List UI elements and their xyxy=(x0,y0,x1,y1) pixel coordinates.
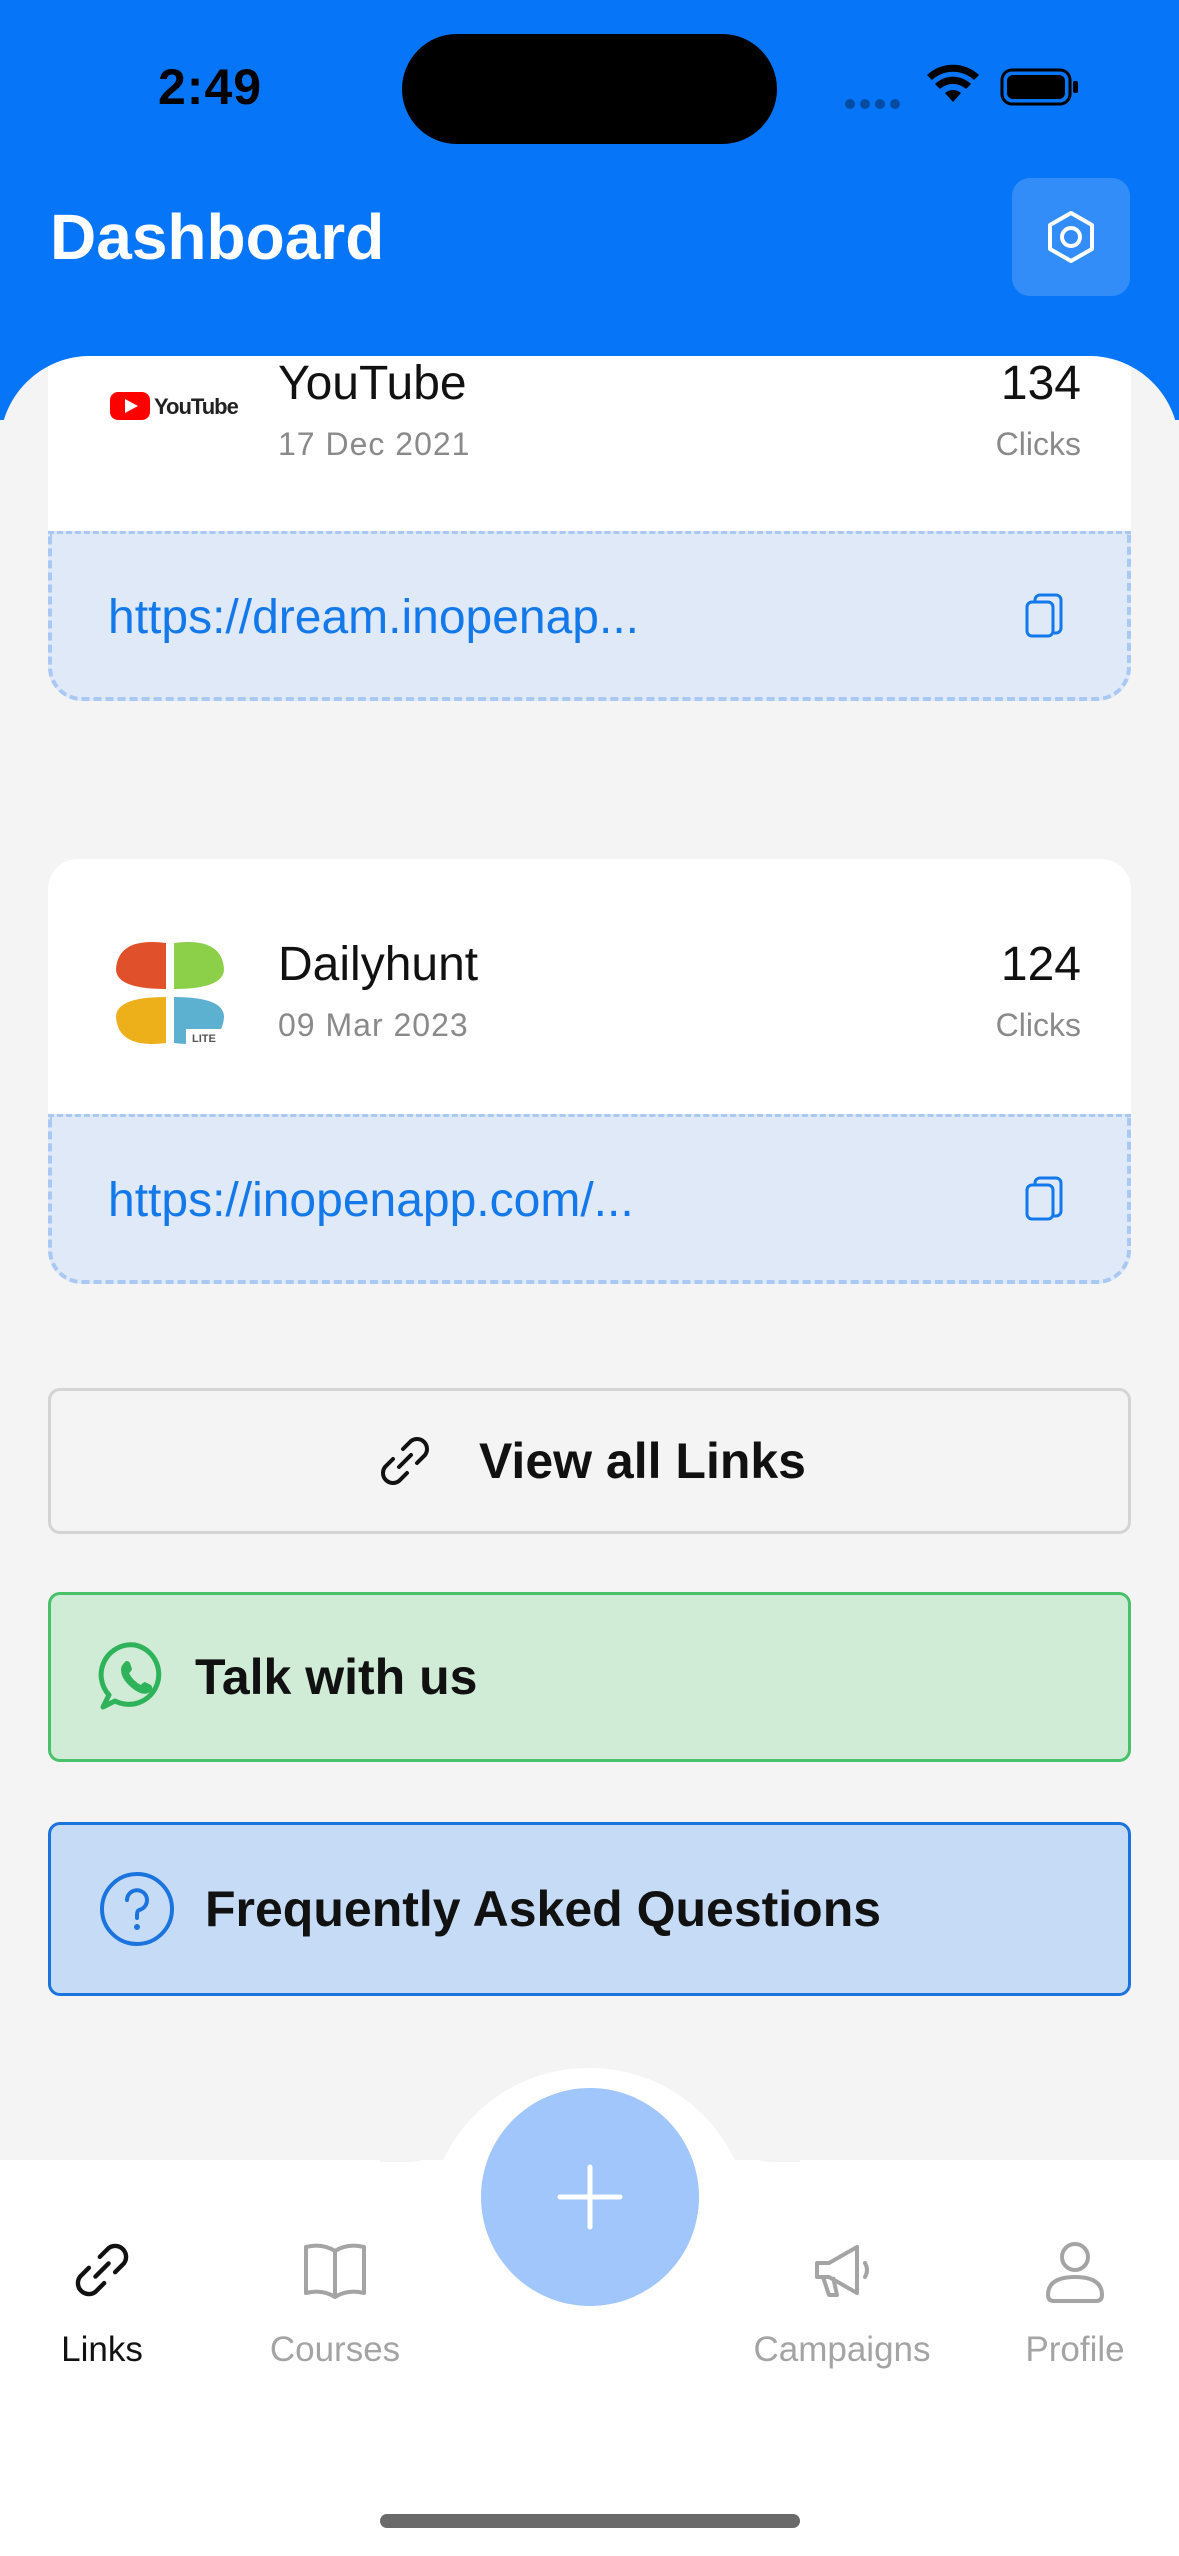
question-circle-icon xyxy=(100,1872,174,1946)
svg-text:LITE: LITE xyxy=(192,1033,216,1045)
tab-label: Links xyxy=(61,2330,143,2369)
youtube-logo: YouTube xyxy=(110,392,238,420)
talk-with-us-button[interactable]: Talk with us xyxy=(48,1592,1131,1762)
plus-icon xyxy=(557,2164,623,2230)
tab-profile[interactable]: Profile xyxy=(975,2230,1175,2370)
link-card[interactable]: YouTube YouTube 17 Dec 2021 134 Clicks h… xyxy=(48,356,1131,701)
wifi-icon xyxy=(927,64,979,102)
signal-dots-icon xyxy=(845,96,905,109)
view-all-links-button[interactable]: View all Links xyxy=(48,1388,1131,1534)
tab-links[interactable]: Links xyxy=(2,2230,202,2370)
short-link-url[interactable]: https://inopenapp.com/... xyxy=(108,1173,634,1228)
click-count-label: Clicks xyxy=(995,426,1081,462)
person-icon xyxy=(1046,2242,1104,2303)
add-link-button[interactable] xyxy=(481,2088,699,2306)
tab-campaigns[interactable]: Campaigns xyxy=(742,2230,942,2370)
link-date: 09 Mar 2023 xyxy=(278,1007,469,1043)
home-indicator xyxy=(380,2514,800,2528)
short-link-url[interactable]: https://dream.inopenap... xyxy=(108,590,639,645)
link-card[interactable]: LITE Dailyhunt 09 Mar 2023 124 Clicks ht… xyxy=(48,859,1131,1284)
tab-courses[interactable]: Courses xyxy=(235,2230,435,2370)
click-count-label: Clicks xyxy=(995,1007,1081,1043)
link-icon xyxy=(75,2243,129,2297)
status-time: 2:49 xyxy=(158,59,263,115)
dailyhunt-logo: LITE xyxy=(116,942,226,1045)
dynamic-island xyxy=(402,34,777,144)
view-all-links-label: View all Links xyxy=(478,1433,806,1489)
copy-icon[interactable] xyxy=(1023,1175,1067,1227)
link-card-header: YouTube YouTube 17 Dec 2021 134 Clicks xyxy=(48,356,1131,531)
tab-label: Courses xyxy=(269,2330,401,2369)
click-count: 124 xyxy=(1000,938,1081,991)
link-icon xyxy=(381,1437,429,1485)
link-name: Dailyhunt xyxy=(278,938,479,991)
link-date: 17 Dec 2021 xyxy=(278,426,471,462)
settings-button[interactable] xyxy=(1012,178,1130,296)
megaphone-icon xyxy=(815,2245,869,2297)
book-icon xyxy=(304,2243,366,2299)
short-link-row[interactable]: https://dream.inopenap... xyxy=(48,531,1131,701)
short-link-row[interactable]: https://inopenapp.com/... xyxy=(48,1114,1131,1284)
tab-label: Profile xyxy=(1025,2330,1125,2369)
tab-label: Campaigns xyxy=(753,2330,931,2369)
battery-icon xyxy=(1000,68,1078,106)
click-count: 134 xyxy=(1000,357,1081,410)
link-card-header: LITE Dailyhunt 09 Mar 2023 124 Clicks xyxy=(48,859,1131,1114)
talk-with-us-label: Talk with us xyxy=(195,1649,478,1705)
hexagon-settings-icon xyxy=(1048,211,1094,263)
whatsapp-icon xyxy=(98,1642,162,1710)
faq-button[interactable]: Frequently Asked Questions xyxy=(48,1822,1131,1996)
svg-text:YouTube: YouTube xyxy=(154,394,238,419)
page-title: Dashboard xyxy=(50,201,385,273)
copy-icon[interactable] xyxy=(1023,592,1067,644)
faq-label: Frequently Asked Questions xyxy=(205,1881,882,1937)
link-name: YouTube xyxy=(278,357,467,410)
